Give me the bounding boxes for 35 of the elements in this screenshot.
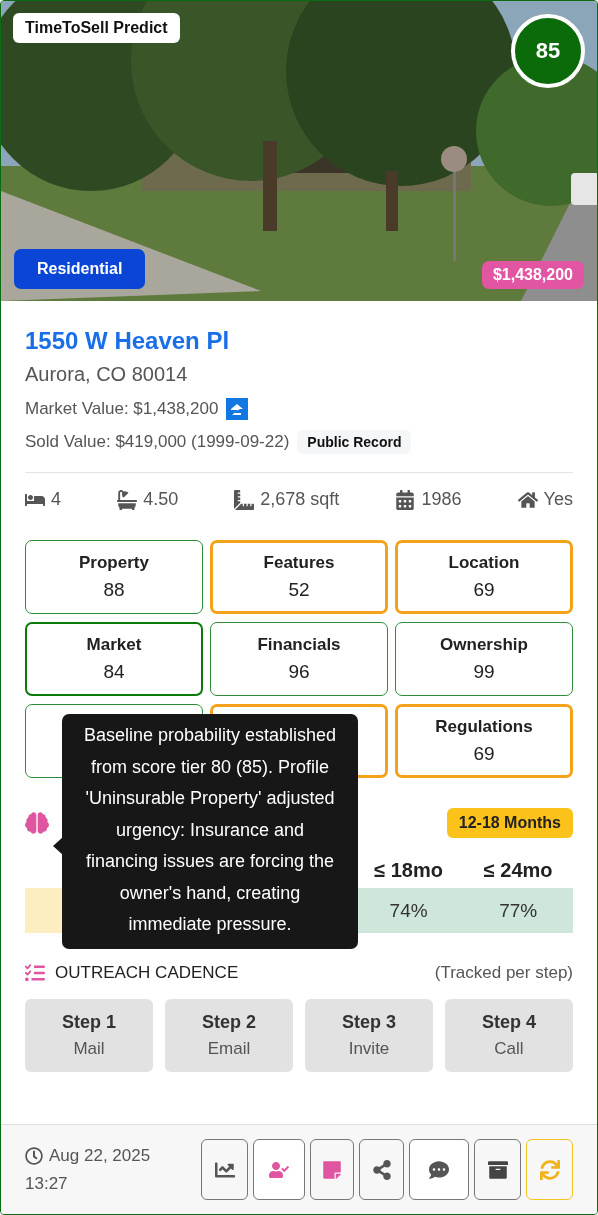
stat-value: 4.50 [143,489,179,510]
property-type-badge: Residential [14,249,146,289]
stat-value: 1986 [421,489,462,510]
tooltip: Baseline probability established from score tier 80 (85). Profile 'Uninsurable Property' adjusted urgency: Insurance and financing issues are forcing the owner's hand, creating immediate pressure. [62,714,358,949]
score-value: 69 [473,579,495,601]
score-label: Location [448,553,520,573]
stat-value: 4 [51,489,61,510]
score-value: 88 [103,579,125,601]
tracking-note: (Tracked per step) [434,963,573,983]
timeframe-badge: 12-18 Months [446,808,573,838]
section-title: OUTREACH CADENCE [55,963,239,983]
price-badge: $1,438,200 [481,261,584,289]
score-value: 84 [103,661,125,683]
stat-value: Yes [543,489,573,510]
city-text: Aurora, CO 80014 [25,363,189,386]
column-header: ≤ 18mo [374,858,443,882]
sold-value-text: Sold Value: $419,000 (1999-09-22) [25,432,290,452]
brand-label: TimeToSell Predict [13,13,180,43]
score-value: 69 [473,743,495,765]
column-header: ≤ 24mo [483,858,553,882]
score-label: Property [79,553,149,573]
stat-value: 2,678 sqft [260,489,340,510]
score-label: Ownership [440,635,528,655]
probability-cell: 77% [463,888,573,933]
score-value: 52 [288,579,310,601]
source-tag: Public Record [297,430,412,454]
score-label: Features [263,553,335,573]
score-label: Market [86,635,142,655]
time-text: 13:27 [25,1173,68,1194]
score-label: Financials [257,635,341,655]
score-label: Regulations [435,717,533,737]
score-value: 99 [473,661,495,683]
date-text: Aug 22, 2025 [49,1145,151,1166]
score-value: 96 [288,661,310,683]
market-value-text: Market Value: $1,438,200 [25,399,219,419]
